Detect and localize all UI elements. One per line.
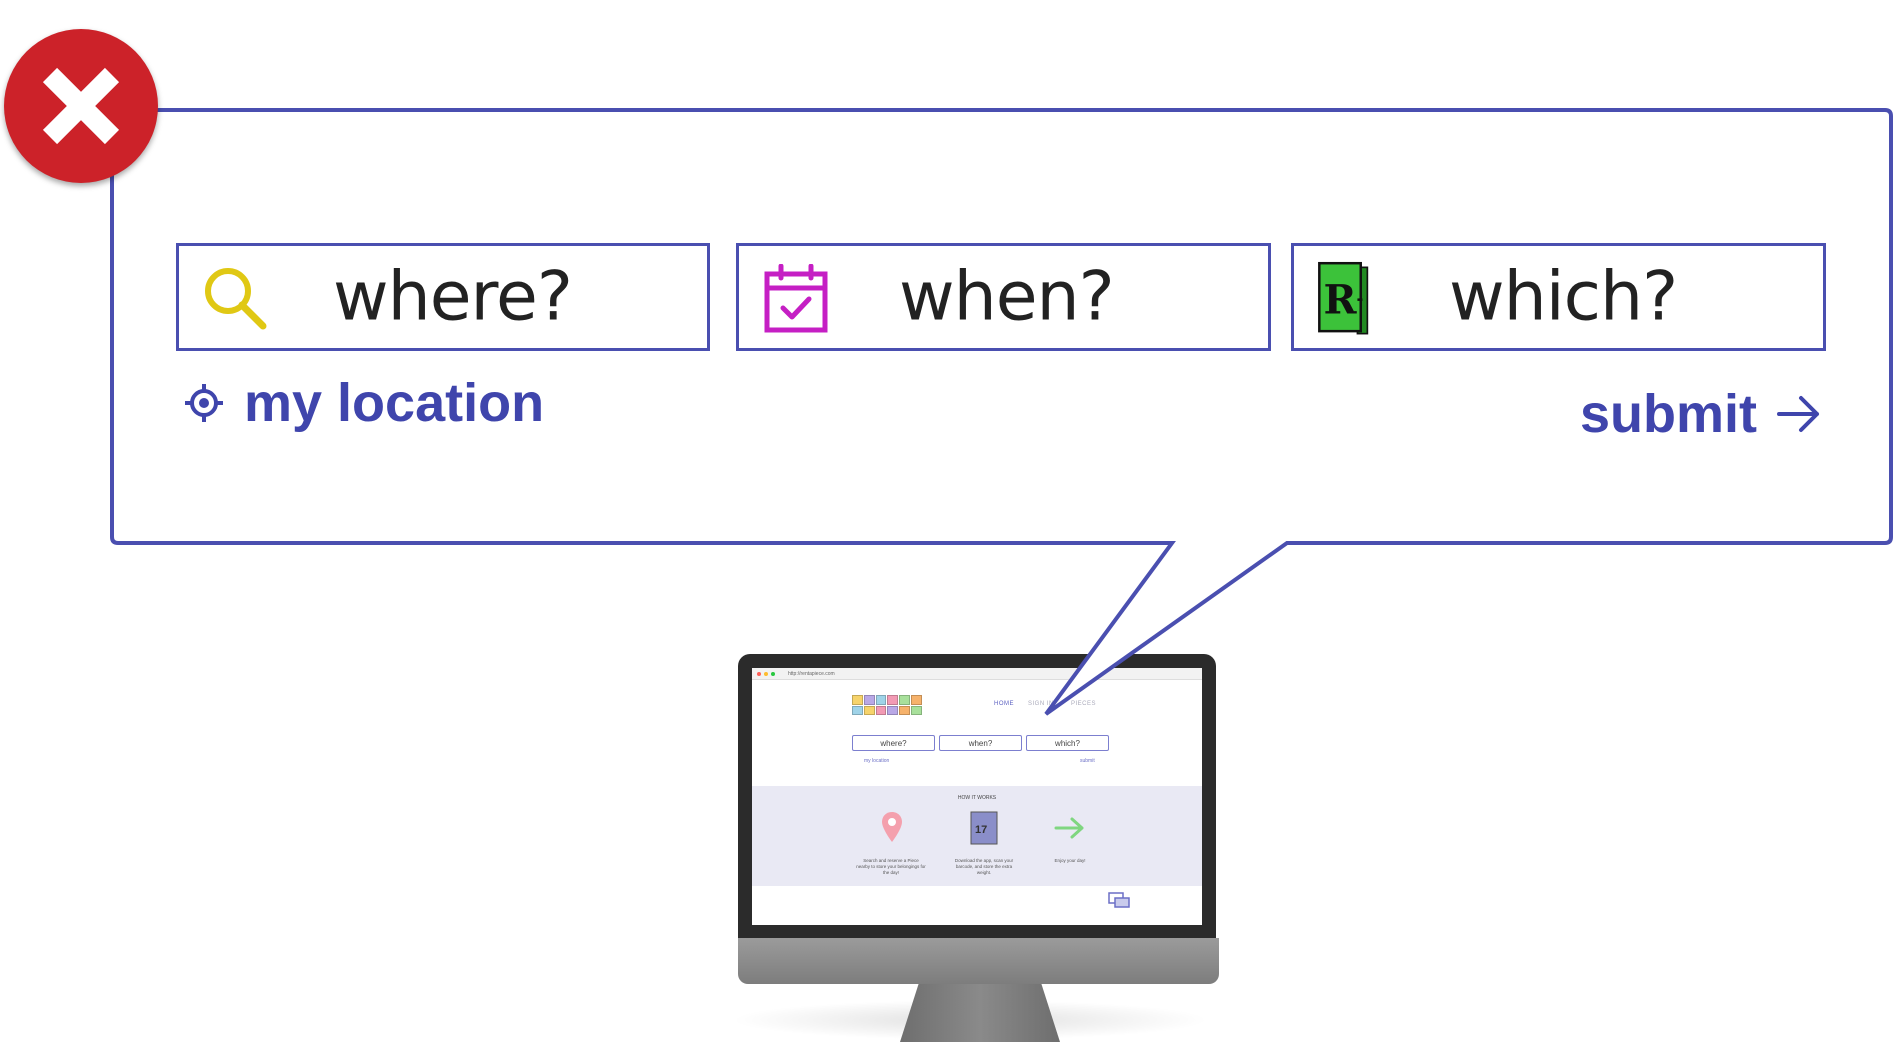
crosshair-icon [185,384,223,422]
close-icon [42,67,120,145]
arrow-right-icon [1777,396,1819,432]
which-field-label: which? [1449,257,1678,337]
my-location-label: my location [244,373,545,433]
when-field-label: when? [899,257,1115,337]
submit-button[interactable]: submit [1580,383,1821,445]
when-field[interactable]: when? [736,243,1271,351]
zoom-callout [110,108,1893,716]
where-field-label: where? [333,257,573,337]
where-field[interactable]: where? [176,243,710,351]
submit-label: submit [1579,384,1757,444]
my-location-link[interactable]: my location [184,372,544,434]
which-field[interactable]: R which? [1291,243,1826,351]
error-badge [4,29,158,183]
